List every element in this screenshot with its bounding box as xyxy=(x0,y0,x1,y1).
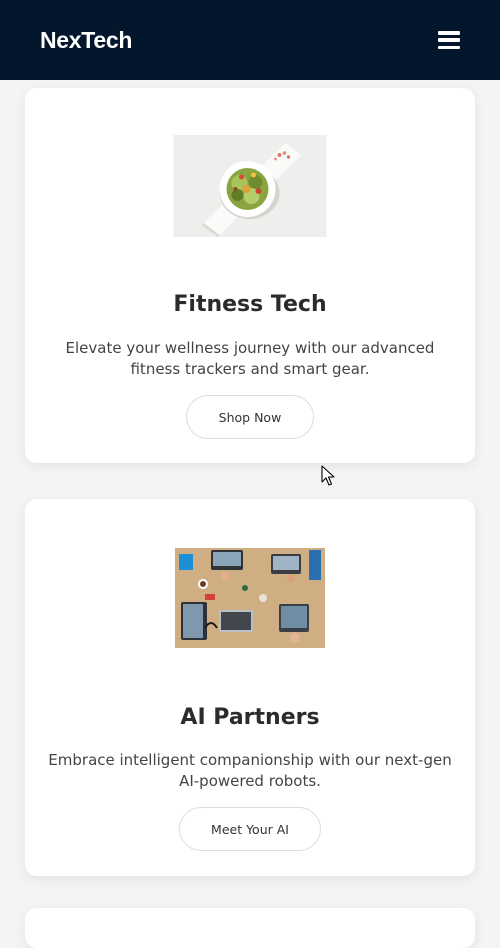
card-image-salad xyxy=(173,135,327,237)
meet-your-ai-button[interactable]: Meet Your AI xyxy=(179,807,321,851)
menu-bar xyxy=(438,31,460,35)
card-description: Elevate your wellness journey with our a… xyxy=(65,339,435,378)
menu-bar xyxy=(438,45,460,49)
product-card-next xyxy=(25,908,475,948)
card-title: AI Partners xyxy=(180,705,320,730)
top-navbar: NexTech xyxy=(0,0,500,80)
brand-logo[interactable]: NexTech xyxy=(40,27,132,54)
shop-now-button[interactable]: Shop Now xyxy=(186,395,314,439)
menu-bar xyxy=(438,38,460,42)
product-card-ai: AI Partners Embrace intelligent companio… xyxy=(25,499,475,876)
card-image-team xyxy=(175,548,325,648)
mouse-cursor-icon xyxy=(321,465,335,486)
card-description: Embrace intelligent companionship with o… xyxy=(48,751,452,790)
card-title: Fitness Tech xyxy=(173,292,327,317)
hamburger-menu-icon[interactable] xyxy=(438,31,460,49)
product-card-fitness: Fitness Tech Elevate your wellness journ… xyxy=(25,88,475,463)
